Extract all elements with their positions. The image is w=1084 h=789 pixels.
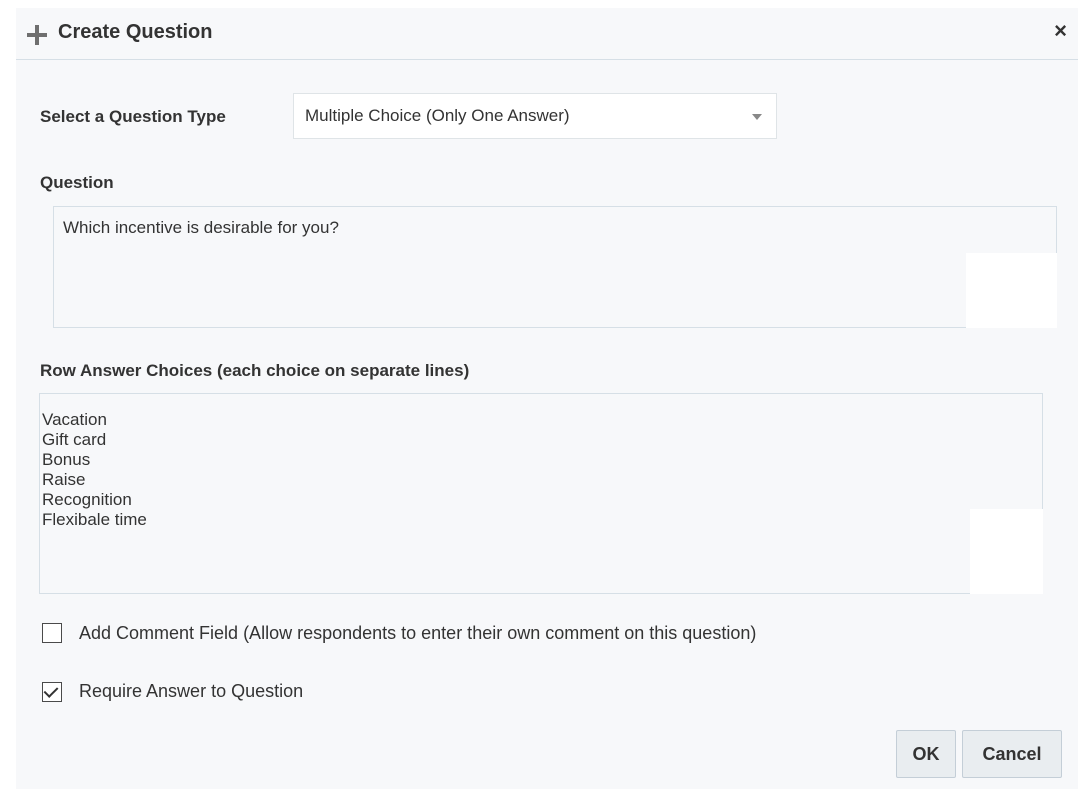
row-answers-label: Row Answer Choices (each choice on separ…: [40, 361, 470, 380]
question-text: Which incentive is desirable for you?: [63, 218, 339, 237]
require-answer-checkbox[interactable]: [42, 682, 62, 702]
add-comment-checkbox[interactable]: [42, 623, 62, 643]
list-item: Bonus: [42, 450, 91, 469]
add-comment-label: Add Comment Field (Allow respondents to …: [79, 623, 757, 643]
row-answers-textarea[interactable]: Vacation Gift card Bonus Raise Recogniti…: [39, 393, 1043, 594]
question-type-select[interactable]: Multiple Choice (Only One Answer): [293, 93, 777, 139]
ok-button[interactable]: OK: [896, 730, 956, 778]
list-item: Raise: [42, 470, 86, 489]
list-item: Flexibale time: [42, 510, 147, 529]
chevron-down-icon: [752, 114, 762, 120]
question-label: Question: [40, 173, 114, 192]
textarea-resize-area: [970, 509, 1043, 594]
list-item: Recognition: [42, 490, 132, 509]
cancel-button[interactable]: Cancel: [962, 730, 1062, 778]
dialog-header: Create Question ×: [16, 8, 1078, 60]
question-type-label: Select a Question Type: [40, 107, 226, 126]
list-item: Vacation: [42, 410, 107, 429]
dialog-title: Create Question: [58, 21, 213, 43]
question-textarea[interactable]: Which incentive is desirable for you?: [53, 206, 1057, 328]
textarea-resize-area: [966, 253, 1057, 328]
create-question-dialog: Create Question × Select a Question Type…: [16, 8, 1078, 789]
plus-icon: [27, 25, 47, 45]
answer-choices-list: Vacation Gift card Bonus Raise Recogniti…: [42, 410, 147, 530]
question-type-value: Multiple Choice (Only One Answer): [305, 106, 570, 125]
require-answer-label: Require Answer to Question: [79, 681, 304, 701]
list-item: Gift card: [42, 430, 107, 449]
checkmark-icon: [43, 683, 59, 698]
close-icon[interactable]: ×: [1054, 18, 1067, 44]
